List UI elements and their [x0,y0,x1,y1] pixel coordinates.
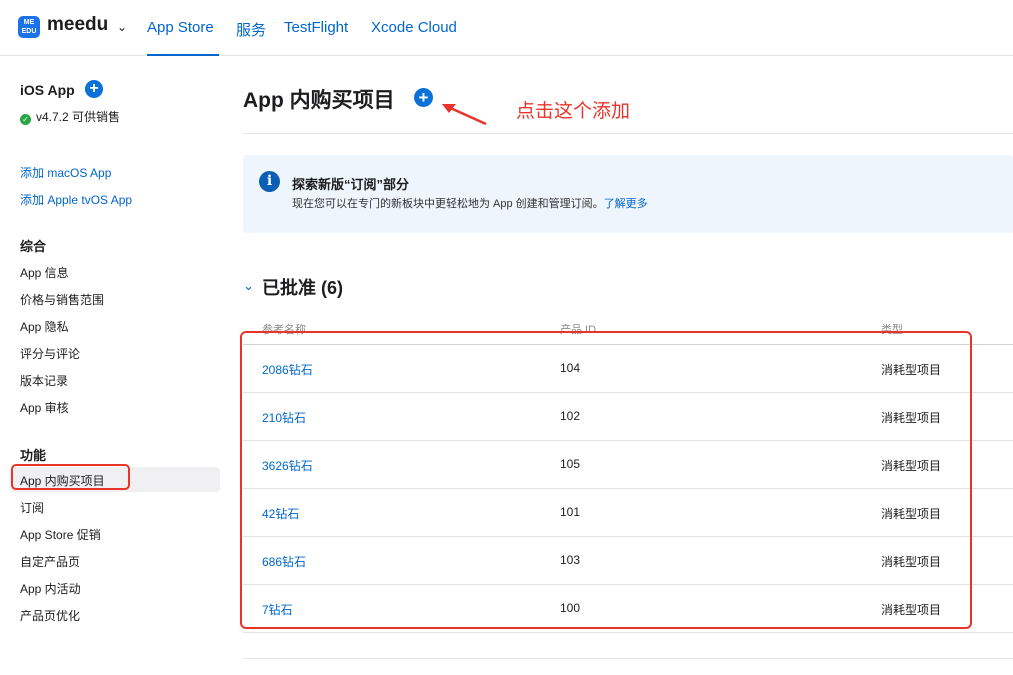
sidebar-item-version-history[interactable]: 版本记录 [20,372,68,389]
tab-xcode-cloud[interactable]: Xcode Cloud [371,19,457,36]
section-title-approved[interactable]: 已批准 (6) [262,274,343,300]
sidebar-item-promotions[interactable]: App Store 促销 [20,526,101,543]
sidebar-item-product-page-optimization[interactable]: 产品页优化 [20,607,80,624]
tab-services[interactable]: 服务 [236,19,266,40]
sidebar-app-title: iOS App [20,82,75,98]
chevron-down-icon[interactable]: ⌄ [117,20,127,34]
annotation-text: 点击这个添加 [516,101,631,122]
sidebar-item-pricing[interactable]: 价格与销售范围 [20,291,104,308]
sidebar-item-subscriptions[interactable]: 订阅 [20,499,44,516]
info-banner: i 探索新版“订阅”部分 现在您可以在专门的新板块中更轻松地为 App 创建和管… [243,155,1013,233]
add-iap-plus-icon[interactable]: + [414,88,433,107]
section-bottom-divider [243,658,1013,659]
add-tvos-app-link[interactable]: 添加 Apple tvOS App [20,191,132,208]
sidebar-item-custom-product-pages[interactable]: 自定产品页 [20,553,80,570]
app-switcher-name[interactable]: meedu [47,14,108,36]
sidebar-item-app-review[interactable]: App 审核 [20,399,69,416]
sidebar-heading-general: 综合 [20,239,47,254]
chevron-down-icon[interactable]: ⌄ [243,278,254,294]
sidebar-item-privacy[interactable]: App 隐私 [20,318,69,335]
top-navigation: ME EDU meedu ⌄ App Store 服务 TestFlight X… [0,0,1013,56]
banner-text: 现在您可以在专门的新板块中更轻松地为 App 创建和管理订阅。了解更多 [292,195,648,211]
sidebar: iOS App + ✓ v4.7.2 可供销售 添加 macOS App 添加 A… [0,56,232,675]
banner-body: 现在您可以在专门的新板块中更轻松地为 App 创建和管理订阅。 [292,198,604,210]
app-logo[interactable]: ME EDU [18,16,40,38]
sidebar-heading-features: 功能 [20,448,47,463]
add-macos-app-link[interactable]: 添加 macOS App [20,164,111,181]
sidebar-item-in-app-events[interactable]: App 内活动 [20,580,81,597]
learn-more-link[interactable]: 了解更多 [604,198,648,210]
annotation-arrow-icon [442,104,487,126]
info-icon: i [259,171,280,192]
annotation-highlight-box [11,464,130,490]
add-platform-plus-icon[interactable]: + [85,80,103,98]
page-title: App 内购买项目 [243,89,395,112]
check-circle-icon: ✓ [20,114,31,125]
version-status-label: v4.7.2 可供销售 [36,110,121,124]
version-status[interactable]: ✓ v4.7.2 可供销售 [20,108,120,125]
tab-app-store[interactable]: App Store [147,19,214,36]
banner-title: 探索新版“订阅”部分 [292,177,410,192]
title-divider [243,133,1013,134]
sidebar-item-app-info[interactable]: App 信息 [20,264,69,281]
tab-testflight[interactable]: TestFlight [284,19,348,36]
annotation-table-highlight-box [240,331,972,629]
sidebar-item-ratings[interactable]: 评分与评论 [20,345,80,362]
logo-text: ME EDU [21,19,37,35]
